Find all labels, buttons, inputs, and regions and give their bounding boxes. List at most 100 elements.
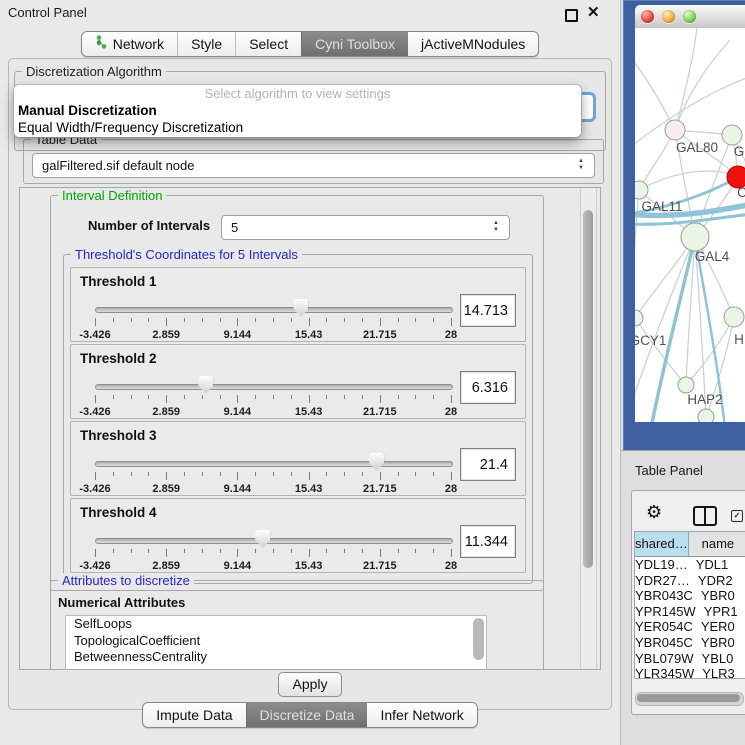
slider-ticks [95, 318, 451, 327]
node-label: GAL4 [695, 249, 730, 264]
slider-tick-labels: -3.4262.8599.14415.4321.71528 [95, 329, 451, 341]
slider-thumb[interactable] [369, 453, 384, 471]
column-visibility-icons[interactable]: ✓ ✓ [731, 510, 745, 522]
control-panel-titlebar: Control Panel ✕ [0, 0, 620, 26]
table-row[interactable]: YBL079WYBL0 [635, 651, 745, 667]
tick-label: 2.859 [152, 483, 180, 495]
combobox-value: galFiltered.sif default node [42, 154, 194, 177]
gear-icon[interactable]: ⚙ [646, 502, 662, 523]
apply-button[interactable]: Apply [278, 672, 342, 697]
network-node[interactable] [635, 181, 648, 199]
tab-infer-network[interactable]: Infer Network [367, 703, 476, 727]
column-header-name[interactable]: name [689, 532, 745, 556]
tick-label: 15.43 [295, 329, 323, 341]
interval-definition-group: Interval Definition Number of Intervals … [50, 195, 544, 591]
float-panel-icon[interactable] [565, 9, 578, 22]
slider-ticks [95, 395, 451, 404]
scrollbar-thumb[interactable] [583, 210, 593, 568]
list-scrollbar[interactable] [473, 618, 484, 660]
tab-network[interactable]: Network [82, 32, 177, 56]
algorithm-option[interactable]: Manual Discretization [14, 102, 581, 119]
threshold-slider[interactable]: -3.4262.8599.14415.4321.71528 [95, 529, 451, 569]
table-data-combobox[interactable]: galFiltered.sif default node ▲▼ [32, 153, 595, 178]
algorithm-option[interactable]: Equal Width/Frequency Discretization [14, 119, 581, 136]
zoom-window-icon[interactable] [683, 10, 696, 23]
slider-track[interactable] [95, 384, 453, 390]
network-node[interactable] [722, 125, 742, 145]
stepper-arrows-icon: ▲▼ [492, 220, 500, 235]
network-canvas[interactable]: GAL80GCGAL11GAL4GCY1HHAP2 [635, 28, 745, 422]
minimize-window-icon[interactable] [662, 10, 675, 23]
tab-discretize-data[interactable]: Discretize Data [246, 703, 368, 727]
numerical-attributes-label: Numerical Attributes [58, 595, 185, 610]
column-header-shared-name[interactable]: shared… [635, 532, 689, 556]
table-header: shared… name [635, 532, 745, 557]
tab-bar: Impute DataDiscretize Data Infer Network [142, 702, 477, 728]
number-of-intervals-combobox[interactable]: 5 ▲▼ [221, 215, 510, 240]
tab-cyni-toolbox[interactable]: Cyni Toolbox [301, 32, 408, 56]
table-panel: Table Panel ⚙ ✓ ✓ shared… name YDL19…YDL… [621, 450, 745, 745]
tick-label: 2.859 [152, 560, 180, 572]
network-node[interactable] [635, 310, 643, 326]
network-nodes[interactable]: GAL80GCGAL11GAL4GCY1HHAP2 [635, 120, 745, 422]
table-data-group: Table Data galFiltered.sif default node … [23, 139, 604, 184]
slider-track[interactable] [95, 538, 453, 544]
table-row[interactable]: YLR345WYLR3 [635, 666, 745, 679]
tab-label: Infer Network [380, 703, 463, 727]
cell-shared-name: YLR345W [635, 666, 695, 679]
cell-name: YDL1 [689, 557, 745, 573]
table-row[interactable]: YER054CYER0 [635, 619, 745, 635]
attribute-list-item[interactable]: SelfLoops [66, 616, 486, 633]
table-row[interactable]: YDL19…YDL1 [635, 557, 745, 573]
table-row[interactable]: YBR043CYBR0 [635, 588, 745, 604]
split-columns-icon[interactable] [693, 506, 717, 526]
slider-tick-labels: -3.4262.8599.14415.4321.71528 [95, 560, 451, 572]
threshold-slider[interactable]: -3.4262.8599.14415.4321.71528 [95, 375, 451, 415]
vertical-scrollbar[interactable] [580, 188, 597, 669]
cell-shared-name: YBL079W [635, 651, 695, 667]
threshold-value-field[interactable]: 14.713 [460, 294, 516, 327]
tab-impute-data[interactable]: Impute Data [143, 703, 245, 727]
tick-label: 9.144 [224, 560, 252, 572]
threshold-value-field[interactable]: 21.4 [460, 448, 516, 481]
table-row[interactable]: YPR145WYPR1 [635, 604, 745, 620]
scrollbar-thumb[interactable] [637, 694, 740, 702]
cell-name: YLR3 [695, 666, 745, 679]
slider-thumb[interactable] [198, 376, 213, 394]
threshold-slider[interactable]: -3.4262.8599.14415.4321.71528 [95, 452, 451, 492]
tick-label: 28 [445, 329, 457, 341]
attribute-list-item[interactable]: BetweennessCentrality [66, 649, 486, 666]
table-row[interactable]: YBR045CYBR0 [635, 635, 745, 651]
horizontal-scrollbar[interactable] [635, 692, 744, 706]
node-label: C [737, 185, 745, 200]
network-node[interactable] [724, 307, 744, 327]
tab-label: Network [113, 32, 164, 56]
application-screen: Control Panel ✕ Network Style Select Cyni T… [0, 0, 745, 745]
threshold-value-field[interactable]: 11.344 [460, 525, 516, 558]
attributes-group: Attributes to discretize Numerical Attri… [50, 580, 544, 670]
close-window-icon[interactable] [641, 10, 654, 23]
network-node[interactable] [698, 409, 714, 422]
slider-thumb[interactable] [255, 530, 270, 548]
slider-track[interactable] [95, 461, 453, 467]
threshold-slider[interactable]: -3.4262.8599.14415.4321.71528 [95, 298, 451, 338]
tab-select[interactable]: Select [235, 32, 301, 56]
slider-track[interactable] [95, 307, 453, 313]
network-node[interactable] [678, 377, 694, 393]
tab-jactivemnodules[interactable]: jActiveMNodules [408, 32, 538, 56]
table-row[interactable]: YDR27…YDR2 [635, 573, 745, 589]
node-label: HAP2 [687, 392, 722, 407]
slider-thumb[interactable] [293, 299, 308, 317]
tab-style[interactable]: Style [177, 32, 235, 56]
dropdown-placeholder-item[interactable]: Select algorithm to view settings [14, 85, 581, 102]
cell-name: YBR0 [694, 635, 745, 651]
close-panel-icon[interactable]: ✕ [587, 3, 600, 21]
threshold-value-field[interactable]: 6.316 [460, 371, 516, 404]
numerical-attributes-list[interactable]: SelfLoopsTopologicalCoefficientBetweenne… [65, 615, 487, 670]
network-node[interactable] [665, 120, 685, 140]
attribute-list-item[interactable]: TopologicalCoefficient [66, 633, 486, 650]
tab-label: Select [249, 32, 288, 56]
tick-label: 9.144 [224, 406, 252, 418]
table-panel-title: Table Panel [635, 463, 703, 478]
network-node[interactable] [681, 223, 709, 251]
